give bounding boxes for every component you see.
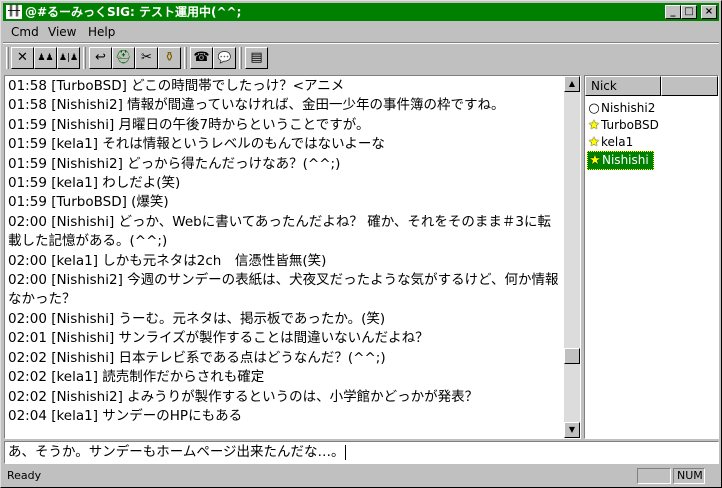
- nick-item-turbobsd[interactable]: ★TurboBSD: [587, 117, 663, 134]
- user-card-icon[interactable]: ☎: [190, 47, 213, 69]
- toolbar: ✕ ♟♟ ♟|♟ ↩ ⛑ ✂ ⚱ ☎ 💬 ▤: [3, 45, 719, 73]
- chat-line: 01:59 [kela1] それは情報というレベルのもんではないよーな: [8, 136, 385, 153]
- nick-column-header-empty[interactable]: [661, 76, 718, 96]
- close-icon[interactable]: ✕: [11, 47, 34, 69]
- status-bar: Ready NUM: [3, 467, 719, 485]
- hat-icon[interactable]: ⛑: [112, 47, 135, 69]
- toolbar-separator: [184, 47, 187, 69]
- people-icon[interactable]: ╫╫: [6, 5, 22, 19]
- menu-view[interactable]: View: [48, 25, 76, 39]
- people-icon[interactable]: ♟♟: [34, 47, 57, 69]
- scroll-up-button[interactable]: ▲: [564, 76, 580, 92]
- menu-bar: Cmd View Help: [3, 23, 719, 41]
- toolbar-separator: [83, 47, 86, 69]
- status-num: NUM: [673, 468, 705, 484]
- minimize-button[interactable]: _: [665, 5, 681, 19]
- menu-cmd[interactable]: Cmd: [11, 25, 39, 39]
- nick-column-header[interactable]: Nick: [585, 76, 661, 96]
- nick-item-nishishi2[interactable]: ○Nishishi2: [587, 100, 659, 117]
- text-caret: [344, 444, 346, 460]
- circle-icon: ○: [588, 101, 600, 116]
- app-window: ╫╫ @#るーみっくSIG: テスト運用中(^^; _ □ × Cmd View…: [0, 0, 722, 488]
- close-button[interactable]: ×: [701, 5, 717, 19]
- status-text: Ready: [7, 469, 42, 482]
- nick-name: Nishishi: [602, 153, 649, 167]
- chat-line: 02:02 [Nishishi] 日本テレビ系である点はどうなんだ？(^^;): [8, 349, 386, 366]
- nick-item-nishishi[interactable]: ★Nishishi: [587, 151, 654, 170]
- scroll-thumb[interactable]: [564, 348, 580, 364]
- nick-name: TurboBSD: [601, 118, 659, 132]
- nick-item-kela1[interactable]: ★kela1: [587, 134, 637, 151]
- chat-line: 02:02 [Nishishi2] よみうりが製作するというのは、小学館かどっか…: [8, 388, 479, 405]
- chat-line: 02:00 [Nishishi] どっか、Webに書いてあったんだよね？ 確か、…: [8, 213, 552, 250]
- nick-list[interactable]: Nick ○Nishishi2 ★TurboBSD ★kela1 ★Nishishi: [584, 75, 719, 439]
- chat-line: 02:00 [Nishishi2] 今週のサンデーの表紙は、犬夜叉だったような気…: [8, 272, 559, 308]
- chat-line: 01:58 [TurboBSD] どこの時間帯でしたっけ？<アニメ: [8, 78, 345, 94]
- chat-scrollbar[interactable]: ▲ ▼: [564, 76, 580, 438]
- toolbar-grip[interactable]: [6, 47, 9, 69]
- status-panel-empty: [637, 468, 671, 484]
- nick-name: Nishishi2: [601, 101, 656, 115]
- star-icon: ★: [588, 118, 600, 133]
- people-split-icon[interactable]: ♟|♟: [57, 47, 80, 69]
- chat-line: 01:59 [Nishishi2] どっから得たんだっけなあ？(^^;): [8, 155, 341, 172]
- return-icon[interactable]: ↩: [89, 47, 112, 69]
- star-icon: ★: [589, 153, 601, 168]
- chat-line: 02:00 [Nishishi] うーむ。元ネタは、掲示板であったか。(笑): [8, 310, 386, 327]
- toolbar-separator: [239, 47, 242, 69]
- chat-bubble-icon[interactable]: 💬: [213, 47, 236, 69]
- maximize-button[interactable]: □: [681, 5, 697, 19]
- chat-line: 02:01 [Nishishi] サンライズが製作することは間違いないんだよね？: [8, 330, 429, 347]
- menu-separator: [3, 42, 719, 44]
- nick-list-header: Nick: [585, 76, 718, 96]
- tools-icon[interactable]: ✂: [135, 47, 158, 69]
- star-icon: ★: [588, 135, 600, 150]
- nick-name: kela1: [601, 135, 634, 149]
- chat-line: 01:59 [TurboBSD] (爆笑): [8, 194, 169, 211]
- scroll-down-button[interactable]: ▼: [564, 422, 580, 438]
- pot-icon[interactable]: ⚱: [158, 47, 181, 69]
- chat-line: 01:59 [Nishishi] 月曜日の午後7時からということですが。: [8, 116, 370, 133]
- chat-line: 01:59 [kela1] わしだよ(笑): [8, 175, 181, 192]
- message-input-text: あ、そうか。サンデーもホームページ出来たんだな…。: [8, 444, 345, 460]
- chat-line: 02:02 [kela1] 読売制作だからされも確定: [8, 369, 265, 386]
- chat-line: 01:58 [Nishishi2] 情報が間違っていなければ、金田一少年の事件簿…: [8, 97, 505, 114]
- chat-lines: 01:58 [TurboBSD] どこの時間帯でしたっけ？<アニメ 01:58 […: [8, 77, 560, 426]
- chat-line: 02:04 [kela1] サンデーのHPにもある: [8, 407, 243, 424]
- title-bar[interactable]: ╫╫ @#るーみっくSIG: テスト運用中(^^; _ □ ×: [3, 3, 719, 21]
- message-input[interactable]: あ、そうか。サンデーもホームページ出来たんだな…。: [4, 441, 719, 464]
- chat-line: 02:00 [kela1] しかも元ネタは2ch 信憑性皆無(笑): [8, 252, 327, 269]
- menu-help[interactable]: Help: [88, 25, 115, 39]
- window-title: @#るーみっくSIG: テスト運用中(^^;: [25, 5, 242, 19]
- window-icon[interactable]: ▤: [245, 47, 268, 69]
- chat-log[interactable]: 01:58 [TurboBSD] どこの時間帯でしたっけ？<アニメ 01:58 […: [4, 75, 581, 439]
